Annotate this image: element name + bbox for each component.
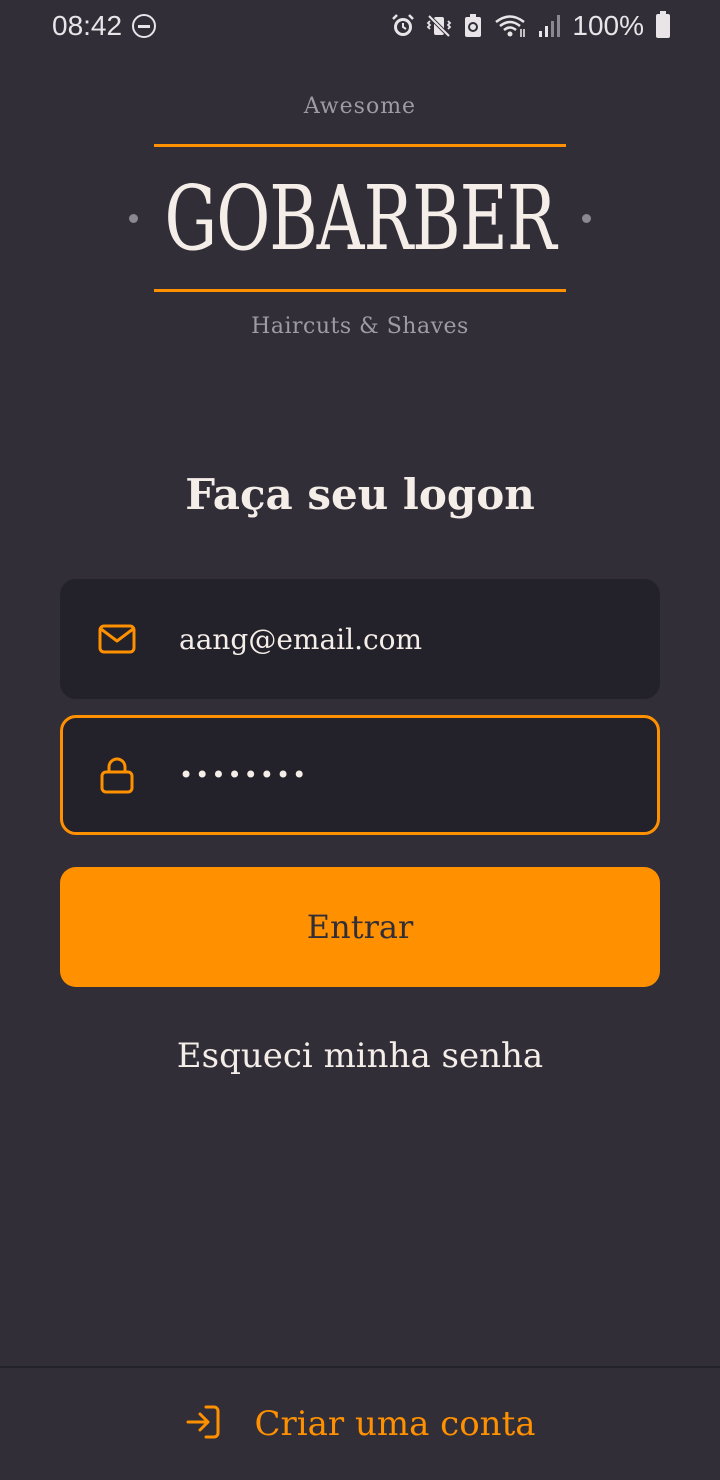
- vibrate-icon: [426, 13, 452, 39]
- logo-top-text: Awesome: [303, 94, 417, 119]
- create-account-button[interactable]: Criar uma conta: [0, 1366, 720, 1480]
- logo-main: GOBARBER: [0, 147, 720, 289]
- logo-rule-bottom: [154, 289, 566, 292]
- page-title: Faça seu logon: [185, 470, 535, 519]
- battery-percent: 100%: [572, 10, 644, 41]
- login-button[interactable]: Entrar: [60, 867, 660, 987]
- logo-brand: GOBARBER: [164, 166, 556, 270]
- logo-dot-left: [129, 213, 139, 223]
- status-left: 08:42: [52, 10, 157, 42]
- forgot-password-link[interactable]: Esqueci minha senha: [0, 1036, 720, 1076]
- battery-icon: [656, 11, 670, 38]
- signal-icon: [538, 13, 562, 39]
- logo-dot-right: [581, 213, 591, 223]
- alarm-icon: [390, 13, 416, 39]
- status-bar: 08:42 100%: [0, 0, 720, 52]
- logo: Awesome GOBARBER Haircuts & Shaves: [0, 90, 720, 339]
- lock-icon: [97, 755, 137, 795]
- do-not-disturb-icon: [132, 14, 157, 38]
- email-field[interactable]: [60, 579, 660, 699]
- status-time: 08:42: [52, 10, 123, 41]
- email-input[interactable]: [179, 582, 657, 696]
- logo-bottom-text: Haircuts & Shaves: [251, 314, 469, 339]
- create-account-label: Criar uma conta: [254, 1404, 536, 1444]
- mail-icon: [97, 619, 137, 659]
- password-input[interactable]: [179, 718, 657, 832]
- battery-saver-icon: [462, 13, 484, 39]
- log-in-icon: [184, 1403, 222, 1445]
- wifi-icon: [494, 13, 528, 39]
- password-field[interactable]: [60, 715, 660, 835]
- status-right: 100%: [390, 10, 670, 42]
